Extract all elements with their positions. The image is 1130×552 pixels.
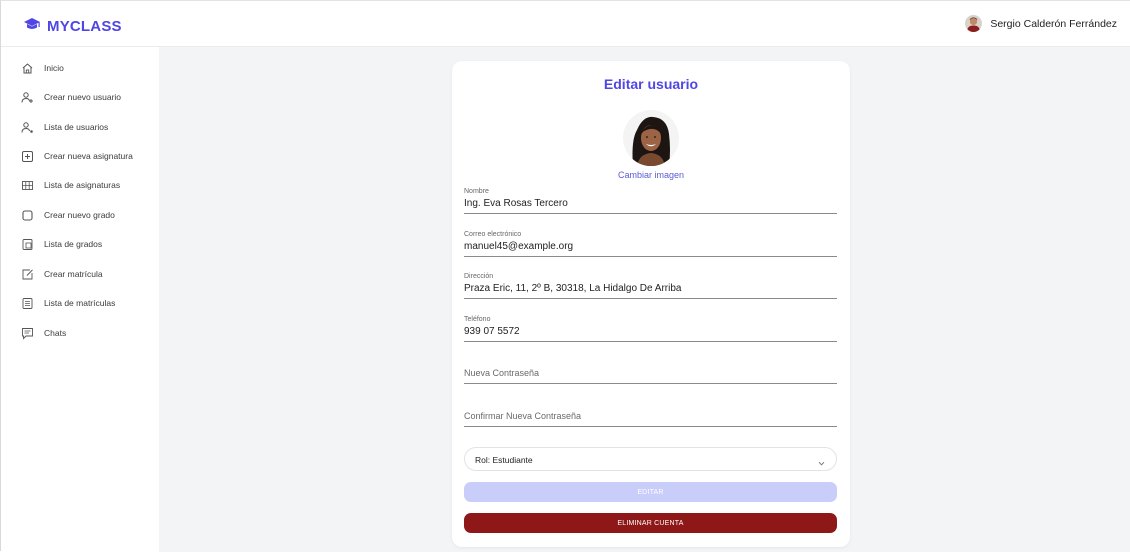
delete-account-button[interactable]: ELIMINAR CUENTA (464, 513, 837, 533)
sidebar-item-crear-usuario[interactable]: Crear nuevo usuario (21, 89, 121, 105)
confirm-password-placeholder: Confirmar Nueva Contraseña (464, 411, 582, 421)
sidebar: Inicio Crear nuevo usuario Lista de usua… (1, 47, 159, 552)
user-name: Sergio Calderón Ferrández (990, 17, 1117, 30)
sidebar-item-lista-grados[interactable]: Lista de grados (21, 236, 102, 252)
confirm-password-field[interactable]: Confirmar Nueva Contraseña (464, 404, 837, 427)
name-field[interactable]: Nombre Ing. Eva Rosas Tercero (464, 188, 837, 214)
sidebar-item-lista-asignaturas[interactable]: Lista de asignaturas (21, 177, 120, 193)
new-password-placeholder: Nueva Contraseña (464, 368, 540, 378)
sidebar-item-label: Crear matrícula (44, 269, 103, 279)
page-title: Editar usuario (603, 76, 699, 92)
top-bar: MYCLASS Sergio Calderón Ferrández (1, 1, 1130, 47)
square-icon (21, 209, 34, 222)
brand-name: MYCLASS (47, 18, 122, 35)
user-plus-icon (21, 91, 34, 104)
document-list-icon (21, 238, 34, 251)
address-field[interactable]: Dirección Praza Eric, 11, 2º B, 30318, L… (464, 273, 837, 299)
sidebar-item-label: Lista de asignaturas (44, 180, 121, 190)
sidebar-item-label: Chats (44, 328, 67, 338)
graduation-cap-icon (23, 17, 41, 36)
user-menu[interactable]: Sergio Calderón Ferrández (965, 15, 1117, 32)
phone-label: Teléfono (464, 316, 491, 323)
name-value: Ing. Eva Rosas Tercero (464, 198, 568, 209)
edit-button[interactable]: EDITAR (464, 482, 837, 502)
sidebar-item-label: Lista de matrículas (44, 298, 116, 308)
profile-avatar[interactable] (623, 110, 679, 166)
main-content: Editar usuario Cambiar imagen Nombre Ing… (159, 47, 1130, 552)
edit-note-icon (21, 268, 34, 281)
users-list-icon (21, 121, 34, 134)
role-select[interactable]: Rol: Estudiante (464, 447, 837, 471)
name-label: Nombre (464, 188, 489, 195)
sidebar-item-label: Lista de usuarios (44, 122, 109, 132)
sidebar-item-crear-grado[interactable]: Crear nuevo grado (21, 207, 115, 223)
sidebar-item-label: Lista de grados (44, 239, 103, 249)
address-label: Dirección (464, 273, 494, 280)
email-field[interactable]: Correo electrónico manuel45@example.org (464, 231, 837, 257)
phone-value: 939 07 5572 (464, 326, 520, 337)
app-window: MYCLASS Sergio Calderón Ferrández Inicio (0, 0, 1130, 552)
sidebar-item-crear-asignatura[interactable]: Crear nueva asignatura (21, 148, 133, 164)
user-avatar[interactable] (965, 15, 983, 32)
sidebar-item-inicio[interactable]: Inicio (21, 60, 64, 76)
sidebar-item-label: Crear nueva asignatura (44, 151, 133, 161)
sidebar-item-chats[interactable]: Chats (21, 325, 66, 341)
edit-user-card: Editar usuario Cambiar imagen Nombre Ing… (452, 61, 850, 547)
sidebar-item-crear-matricula[interactable]: Crear matrícula (21, 266, 103, 282)
sidebar-item-lista-matriculas[interactable]: Lista de matrículas (21, 295, 115, 311)
sidebar-item-label: Crear nuevo usuario (44, 92, 122, 102)
phone-field[interactable]: Teléfono 939 07 5572 (464, 316, 837, 342)
new-password-field[interactable]: Nueva Contraseña (464, 361, 837, 384)
sidebar-item-lista-usuarios[interactable]: Lista de usuarios (21, 119, 108, 135)
table-list-icon (21, 297, 34, 310)
home-icon (21, 62, 34, 75)
sidebar-item-label: Inicio (44, 63, 64, 73)
add-square-icon (21, 150, 34, 163)
role-select-value: Rol: Estudiante (475, 455, 533, 465)
sidebar-item-label: Crear nuevo grado (44, 210, 115, 220)
grid-list-icon (21, 179, 34, 192)
address-value: Praza Eric, 11, 2º B, 30318, La Hidalgo … (464, 283, 682, 294)
email-value: manuel45@example.org (464, 241, 574, 252)
logo[interactable]: MYCLASS (23, 17, 122, 36)
email-label: Correo electrónico (464, 231, 522, 238)
change-image-link[interactable]: Cambiar imagen (452, 170, 850, 180)
chat-icon (21, 327, 34, 340)
chevron-down-icon (817, 455, 826, 473)
